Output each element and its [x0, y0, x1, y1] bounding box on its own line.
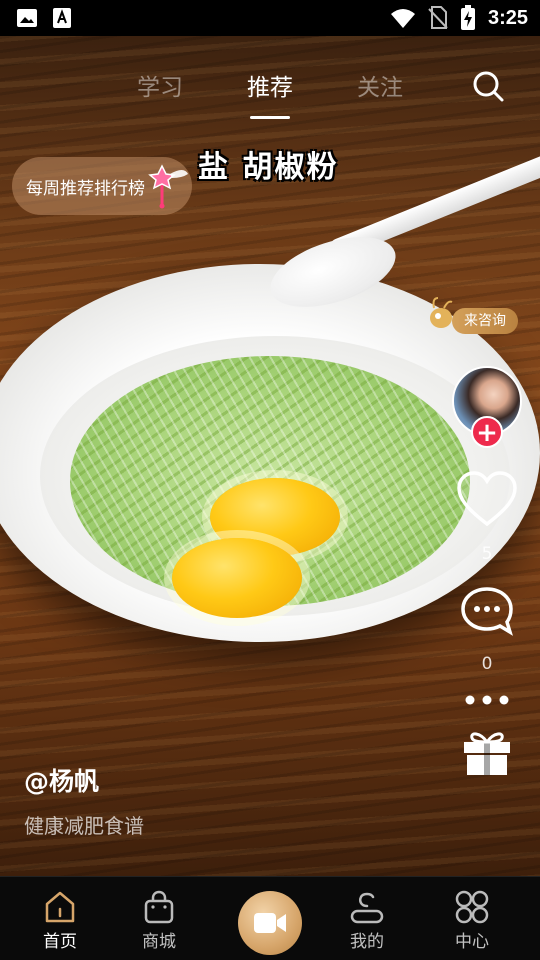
- weekly-ranking-label: 每周推荐排行榜: [26, 178, 145, 199]
- tab-recommend[interactable]: 推荐: [230, 68, 310, 102]
- profile-icon: [350, 892, 384, 924]
- nav-mine[interactable]: 我的: [327, 889, 407, 952]
- follow-button[interactable]: +: [471, 416, 503, 448]
- search-icon[interactable]: [470, 68, 506, 104]
- gift-icon[interactable]: [462, 728, 512, 776]
- more-icon[interactable]: [464, 694, 510, 706]
- grid-icon: [455, 890, 489, 924]
- author-name[interactable]: @杨帆: [24, 762, 99, 798]
- font-icon: [53, 8, 71, 28]
- record-button[interactable]: [238, 891, 302, 955]
- consult-badge[interactable]: 来咨询: [424, 294, 520, 338]
- home-icon: [45, 891, 75, 923]
- no-sim-icon: [428, 6, 448, 29]
- video-camera-icon: [254, 913, 286, 933]
- status-time: 3:25: [487, 6, 528, 29]
- bottom-nav: 首页 商城 我的 中心: [0, 876, 540, 960]
- nav-home[interactable]: 首页: [20, 889, 100, 952]
- battery-charging-icon: [460, 5, 475, 30]
- like-count: 5: [481, 544, 493, 564]
- nav-home-label: 首页: [43, 932, 77, 952]
- nav-mall-label: 商城: [142, 932, 176, 952]
- comment-count: 0: [481, 654, 493, 674]
- nav-center-label: 中心: [455, 932, 489, 952]
- egg-yolk: [172, 538, 302, 618]
- nav-center[interactable]: 中心: [432, 889, 512, 952]
- nav-mine-label: 我的: [350, 932, 384, 952]
- wifi-icon: [390, 9, 415, 28]
- tab-study[interactable]: 学习: [120, 68, 200, 102]
- top-tabs: 学习 推荐 关注: [0, 64, 540, 124]
- video-description: 健康减肥食谱: [24, 814, 144, 838]
- status-bar: 3:25: [0, 0, 540, 36]
- magic-wand-icon: [148, 164, 188, 209]
- shopping-bag-icon: [144, 890, 174, 924]
- active-tab-indicator: [250, 116, 290, 119]
- tab-following[interactable]: 关注: [340, 68, 420, 102]
- image-icon: [17, 9, 37, 27]
- heart-icon[interactable]: [456, 470, 518, 528]
- nav-mall[interactable]: 商城: [119, 889, 199, 952]
- video-caption: 盐 胡椒粉: [198, 150, 339, 185]
- comment-icon[interactable]: [460, 586, 514, 636]
- consult-label: 来咨询: [452, 308, 518, 334]
